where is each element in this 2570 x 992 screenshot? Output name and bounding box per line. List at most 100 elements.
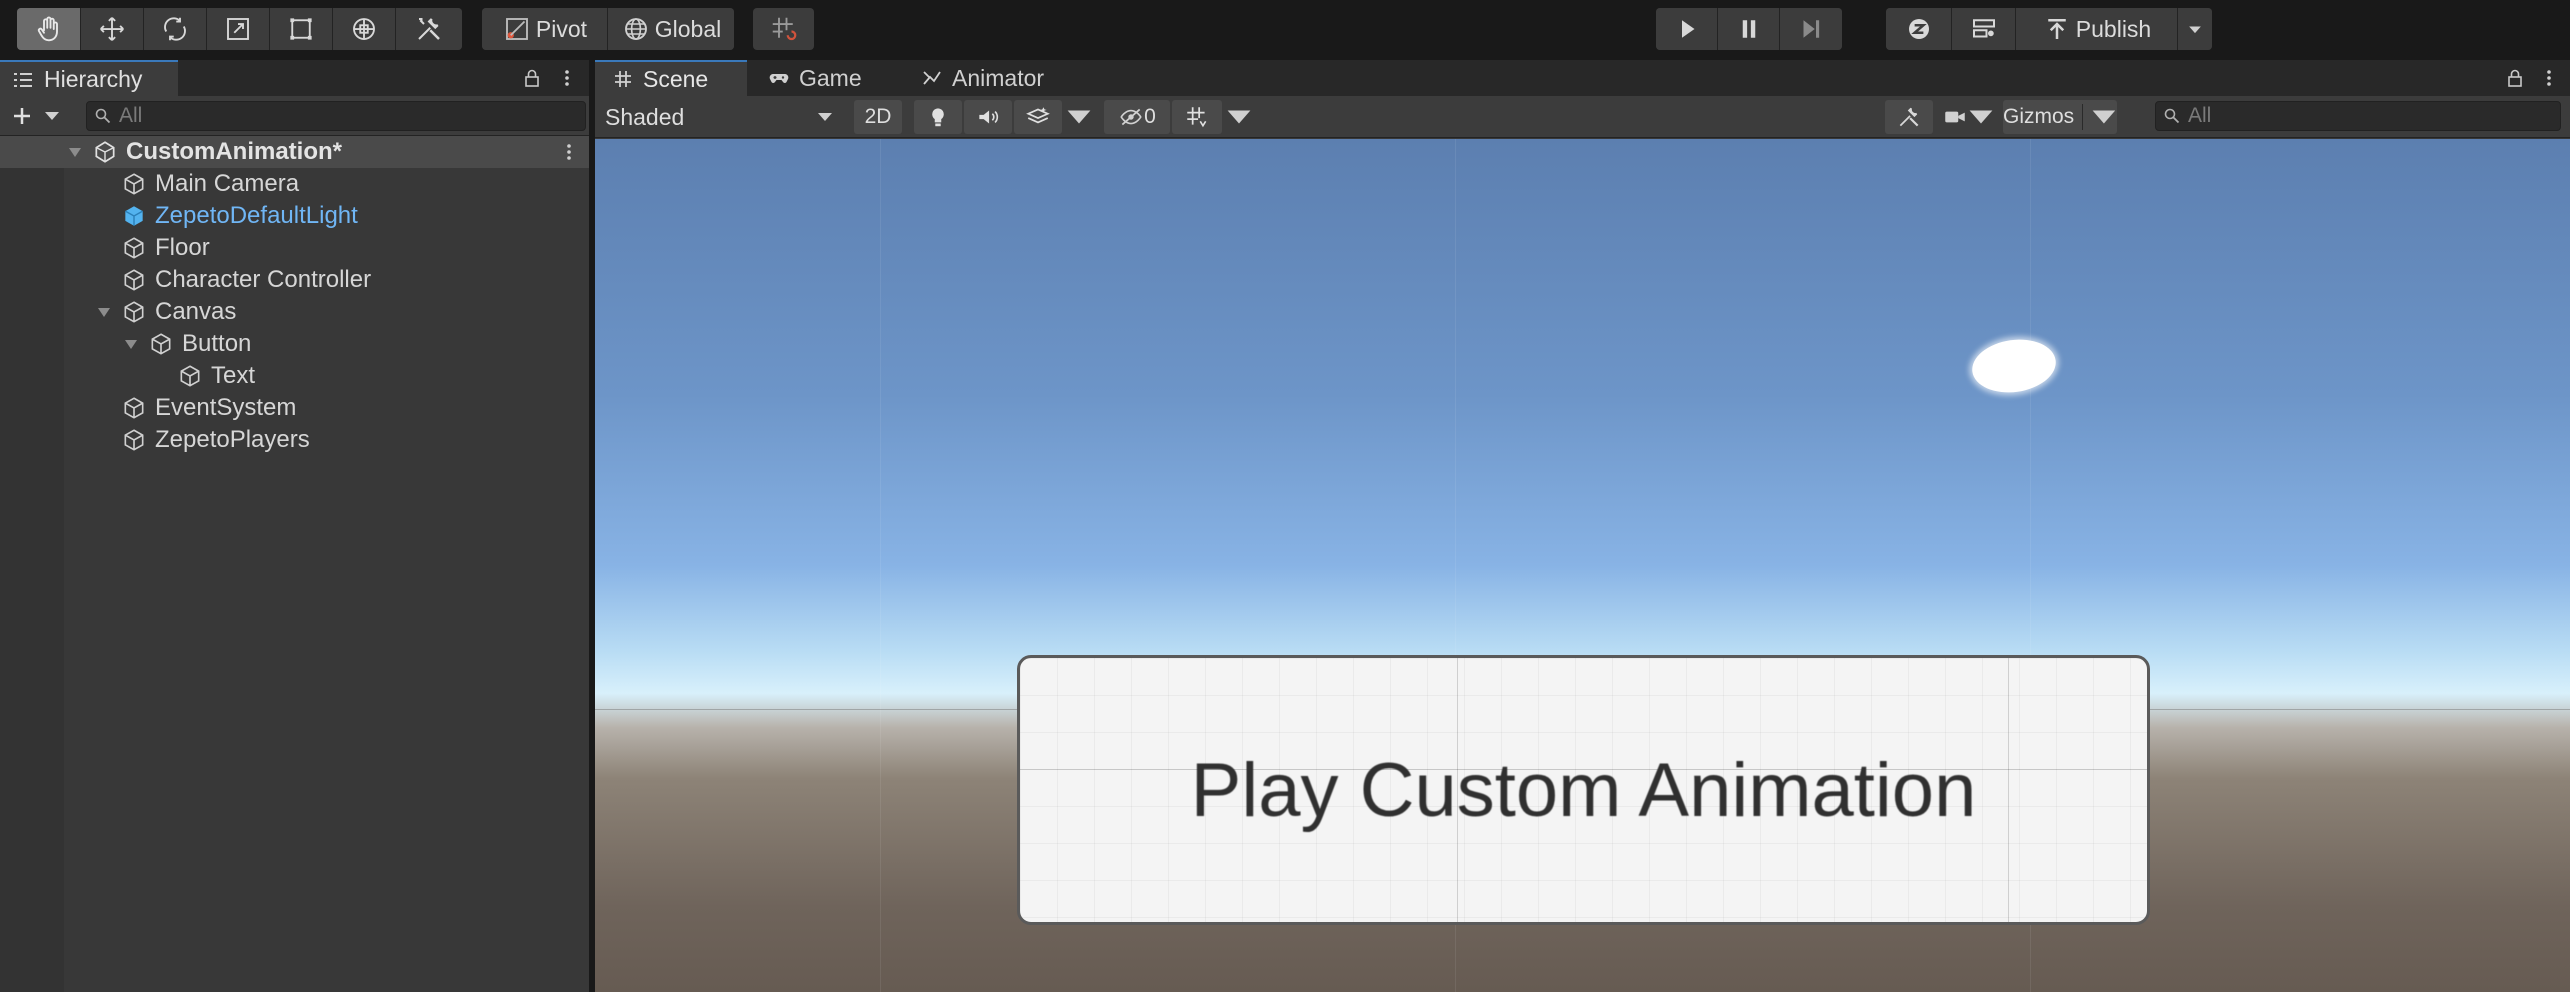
hierarchy-item-label: Canvas — [155, 298, 237, 325]
pivot-toggle[interactable]: Pivot — [482, 8, 608, 50]
draw-mode-label: Shaded — [605, 103, 685, 130]
tab-animator[interactable]: Animator — [920, 60, 1044, 96]
grid-dropdown[interactable] — [1224, 100, 1254, 134]
hierarchy-tab-label: Hierarchy — [44, 65, 143, 92]
play-button[interactable] — [1656, 8, 1718, 50]
gizmos-label: Gizmos — [2003, 105, 2075, 128]
sun-disc — [1968, 334, 2060, 398]
pivot-icon — [505, 18, 528, 40]
scene-root-row[interactable]: CustomAnimation* — [0, 136, 589, 168]
hierarchy-item-floor[interactable]: Floor — [0, 232, 589, 264]
zepeto-publish-group: Publish — [1886, 8, 2212, 50]
custom-tool-button[interactable] — [396, 8, 462, 50]
hierarchy-item-label: Button — [182, 330, 252, 357]
scene-viewport[interactable]: Play Custom Animation — [595, 139, 2570, 992]
effects-dropdown[interactable] — [1064, 100, 1094, 134]
mode-2d-toggle[interactable]: 2D — [854, 100, 902, 134]
lock-icon[interactable] — [520, 66, 544, 90]
gameobject-cube-icon — [180, 365, 200, 387]
hierarchy-item-zepeto-default-light[interactable]: ZepetoDefaultLight — [0, 200, 589, 232]
play-custom-animation-button[interactable]: Play Custom Animation — [1017, 655, 2150, 925]
hand-icon — [37, 16, 58, 42]
gameobject-cube-icon — [124, 429, 144, 451]
audio-toggle[interactable] — [964, 100, 1012, 134]
chevron-down-icon[interactable] — [44, 110, 60, 122]
chevron-down-icon — [1227, 110, 1251, 124]
hierarchy-item-label: Main Camera — [155, 170, 300, 197]
expand-arrow-icon[interactable] — [68, 145, 82, 159]
scale-tool-button[interactable] — [207, 8, 270, 50]
grid-visibility-icon — [1187, 107, 1207, 128]
lighting-toggle[interactable] — [914, 100, 962, 134]
hidden-count: 0 — [1144, 105, 1156, 128]
globe-icon — [624, 18, 647, 40]
kebab-menu-icon[interactable] — [555, 66, 579, 90]
effects-toggle[interactable] — [1014, 100, 1062, 134]
upload-icon — [2048, 19, 2066, 39]
scene-toolbar: Shaded 2D 0 Gizmos All — [595, 96, 2570, 138]
rect-tool-button[interactable] — [270, 8, 333, 50]
hierarchy-item-event-system[interactable]: EventSystem — [0, 392, 589, 424]
draw-mode-dropdown[interactable]: Shaded — [605, 100, 837, 134]
camera-icon — [1945, 111, 1965, 123]
unity-scene-icon — [95, 141, 115, 163]
hierarchy-item-canvas[interactable]: Canvas — [0, 296, 589, 328]
lock-icon[interactable] — [2503, 66, 2527, 90]
layers-effects-icon — [1026, 107, 1050, 124]
transform-tool-button[interactable] — [333, 8, 396, 50]
button-guide-line — [2008, 658, 2009, 922]
hidden-eye-icon — [1120, 108, 1142, 126]
grid-toggle[interactable] — [1172, 100, 1222, 134]
move-arrows-icon — [100, 17, 124, 41]
hierarchy-item-main-camera[interactable]: Main Camera — [0, 168, 589, 200]
chevron-down-icon — [2189, 26, 2201, 34]
hierarchy-item-character-controller[interactable]: Character Controller — [0, 264, 589, 296]
tab-hierarchy[interactable]: Hierarchy — [0, 60, 179, 96]
zepeto-button[interactable] — [1886, 8, 1952, 50]
add-icon[interactable] — [10, 104, 34, 128]
hierarchy-search-input[interactable]: All — [86, 101, 586, 131]
grid-snapping-button[interactable] — [753, 8, 814, 50]
hierarchy-item-label: Text — [211, 362, 256, 389]
hierarchy-item-button[interactable]: Button — [0, 328, 589, 360]
pivot-label: Pivot — [535, 15, 588, 42]
search-icon — [95, 108, 111, 124]
kebab-menu-icon[interactable] — [2537, 66, 2561, 90]
grid-snap-group — [753, 8, 814, 50]
global-toggle[interactable]: Global — [608, 8, 734, 50]
zepeto-logo-icon — [1908, 19, 1929, 39]
scene-grid-line — [880, 139, 881, 992]
step-icon — [1803, 20, 1820, 38]
hierarchy-toolbar: All — [0, 96, 589, 136]
server-button[interactable] — [1952, 8, 2016, 50]
camera-settings-dropdown[interactable] — [1938, 100, 1998, 134]
tools-toggle[interactable] — [1885, 100, 1933, 134]
publish-button[interactable]: Publish — [2016, 8, 2178, 50]
scene-view-panel: Scene Game Animator Shaded 2D 0 Gizmos A… — [595, 60, 2570, 992]
expand-arrow-icon[interactable] — [97, 305, 111, 319]
rotate-tool-button[interactable] — [144, 8, 207, 50]
search-icon — [2164, 108, 2180, 124]
scene-visibility-toggle[interactable]: 0 — [1104, 100, 1170, 134]
publish-dropdown[interactable] — [2178, 8, 2212, 50]
hierarchy-item-label: Floor — [155, 234, 210, 261]
kebab-menu-icon[interactable] — [557, 140, 581, 164]
move-tool-button[interactable] — [81, 8, 144, 50]
wrench-screwdriver-icon — [1899, 107, 1919, 127]
gizmos-dropdown[interactable]: Gizmos — [2003, 100, 2117, 134]
scene-search-input[interactable]: All — [2155, 101, 2561, 131]
hierarchy-tabbar: Hierarchy — [0, 60, 589, 96]
hierarchy-item-text[interactable]: Text — [0, 360, 589, 392]
hierarchy-item-zepeto-players[interactable]: ZepetoPlayers — [0, 424, 589, 456]
animator-tab-label: Animator — [952, 64, 1045, 91]
hierarchy-item-label: ZepetoDefaultLight — [155, 202, 358, 229]
hand-tool-button[interactable] — [17, 8, 81, 50]
tab-game[interactable]: Game — [767, 60, 862, 96]
expand-arrow-icon[interactable] — [124, 337, 138, 351]
tab-scene[interactable]: Scene — [595, 60, 747, 96]
chevron-down-icon — [2092, 110, 2116, 124]
step-button[interactable] — [1780, 8, 1842, 50]
rotate-icon — [164, 17, 186, 41]
pause-button[interactable] — [1718, 8, 1780, 50]
gamepad-icon — [769, 74, 789, 84]
